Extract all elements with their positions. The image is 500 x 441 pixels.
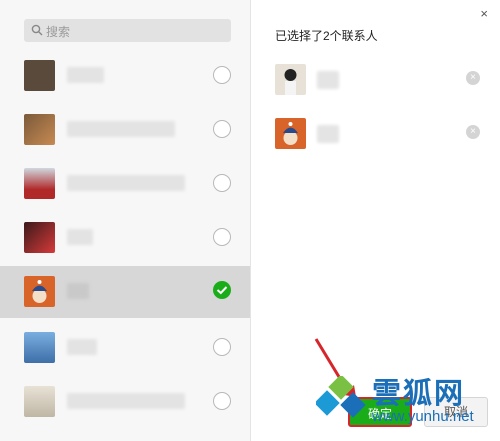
contact-name-blurred: [67, 229, 93, 245]
contact-name-blurred: [317, 71, 339, 89]
checked-checkbox[interactable]: [213, 281, 231, 299]
avatar: [24, 332, 55, 363]
avatar: [24, 276, 55, 307]
watermark-url: www.yunhu.net: [372, 408, 474, 425]
avatar: [275, 118, 306, 149]
select-checkbox[interactable]: [213, 228, 231, 246]
avatar: [24, 168, 55, 199]
remove-icon[interactable]: ×: [466, 71, 480, 85]
search-box[interactable]: 搜索: [24, 19, 231, 42]
avatar-illustration: [283, 122, 298, 145]
contact-row-selected[interactable]: [0, 266, 250, 318]
watermark: 雲狐网 www.yunhu.net: [312, 370, 500, 441]
select-checkbox[interactable]: [213, 120, 231, 138]
select-checkbox[interactable]: [213, 66, 231, 84]
contact-row[interactable]: [0, 212, 250, 264]
contact-name-blurred: [67, 339, 97, 355]
check-icon: [216, 286, 228, 295]
avatar: [275, 64, 306, 95]
avatar-illustration: [32, 280, 47, 303]
search-placeholder: 搜索: [46, 25, 71, 39]
avatar: [24, 114, 55, 145]
contact-list-panel: 搜索: [0, 0, 251, 441]
select-checkbox[interactable]: [213, 392, 231, 410]
select-checkbox[interactable]: [213, 338, 231, 356]
watermark-logo-icon: [316, 376, 366, 418]
contact-row[interactable]: [0, 50, 250, 102]
watermark-text: 雲狐网: [372, 378, 466, 410]
contact-row[interactable]: [0, 322, 250, 374]
contact-name-blurred: [67, 121, 175, 137]
selected-contact: ×: [272, 116, 500, 156]
contact-row[interactable]: [0, 104, 250, 156]
remove-icon[interactable]: ×: [466, 125, 480, 139]
avatar-illustration: [284, 69, 297, 95]
selected-contact: ×: [272, 62, 500, 102]
avatar: [24, 386, 55, 417]
search-icon: [31, 24, 43, 36]
close-icon[interactable]: ×: [480, 6, 488, 21]
contact-name-blurred: [317, 125, 339, 143]
avatar: [24, 60, 55, 91]
contact-row[interactable]: [0, 376, 250, 428]
select-checkbox[interactable]: [213, 174, 231, 192]
avatar: [24, 222, 55, 253]
contact-name-blurred: [67, 393, 185, 409]
contact-name-blurred: [67, 283, 89, 299]
contact-row[interactable]: [0, 158, 250, 210]
contact-name-blurred: [67, 175, 185, 191]
selected-count-title: 已选择了2个联系人: [275, 29, 378, 43]
contact-name-blurred: [67, 67, 104, 83]
